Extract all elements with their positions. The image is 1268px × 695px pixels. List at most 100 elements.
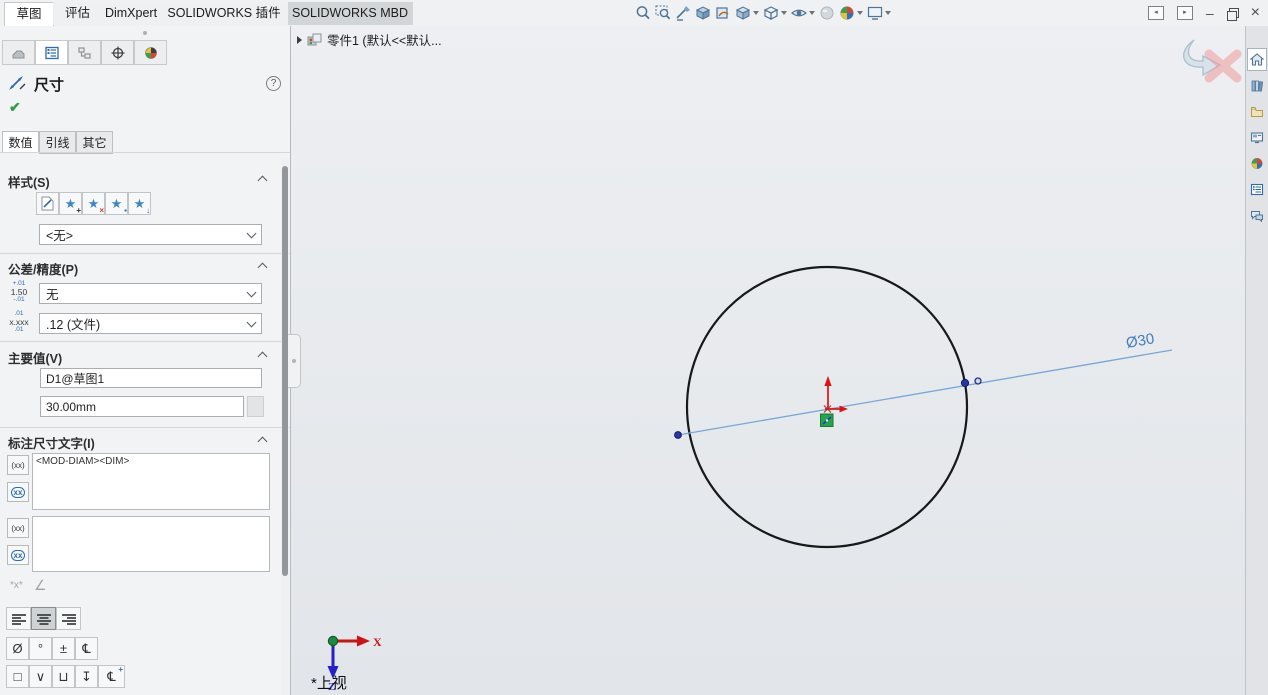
pane-collapse-left-icon[interactable]: ◂ bbox=[1148, 6, 1164, 20]
tab-configurationmanager[interactable] bbox=[68, 40, 101, 65]
dim-text-center-button[interactable]: (xx) bbox=[7, 455, 29, 475]
view-orientation-label: *上视 bbox=[311, 672, 347, 693]
precision-dropdown[interactable]: .12 (文件) bbox=[39, 313, 262, 334]
countersink-symbol-button[interactable]: ∨ bbox=[29, 665, 52, 688]
apply-scene-caret-icon[interactable] bbox=[857, 11, 863, 15]
delete-style-button[interactable]: ★× bbox=[82, 192, 105, 215]
primary-value-section-header[interactable]: 主要值(V) bbox=[8, 348, 62, 367]
degree-symbol-button[interactable]: ° bbox=[29, 637, 52, 660]
graphics-viewport[interactable]: 零件1 (默认<<默认... Ø30 bbox=[291, 26, 1245, 695]
sketch-circle[interactable] bbox=[687, 267, 967, 547]
tab-addins[interactable]: SOLIDWORKS 插件 bbox=[160, 2, 289, 25]
more-symbols-button[interactable]: ℄ + bbox=[98, 665, 125, 688]
sketch-point-left[interactable] bbox=[675, 432, 682, 439]
tab-evaluate[interactable]: 评估 bbox=[53, 2, 103, 25]
design-library-icon[interactable] bbox=[1247, 74, 1267, 97]
diameter-symbol-button[interactable]: Ø bbox=[6, 637, 29, 660]
load-style-button[interactable]: ★↓ bbox=[128, 192, 151, 215]
window-controls: ◂ ▸ – × bbox=[1148, 0, 1260, 26]
dim-text-override-button[interactable]: xx bbox=[7, 482, 29, 502]
dimension-text-section-header[interactable]: 标注尺寸文字(I) bbox=[8, 433, 95, 452]
minimize-button[interactable]: – bbox=[1206, 2, 1214, 24]
dimension-icon bbox=[8, 74, 28, 92]
triad-x-label: X bbox=[373, 635, 382, 649]
centerline-symbol-button[interactable]: ℄ bbox=[75, 637, 98, 660]
dual-dimension-text-area[interactable] bbox=[32, 516, 270, 572]
style-dropdown[interactable]: <无> bbox=[39, 224, 262, 245]
square-symbol-button[interactable]: □ bbox=[6, 665, 29, 688]
tab-displaymanager[interactable] bbox=[134, 40, 167, 65]
appearances-scenes-icon[interactable] bbox=[1247, 152, 1267, 175]
tab-mbd[interactable]: SOLIDWORKS MBD bbox=[288, 2, 413, 25]
apply-default-style-button[interactable] bbox=[36, 192, 59, 215]
dimension-leader-line[interactable] bbox=[678, 350, 1172, 435]
dimension-value-spinner[interactable] bbox=[247, 396, 264, 417]
symbol-buttons-row1: Ø ° ± ℄ bbox=[6, 637, 98, 660]
ok-button[interactable]: ✔ bbox=[9, 99, 21, 116]
justify-left-button[interactable] bbox=[6, 607, 31, 630]
tolerance-dropdown-caret-icon bbox=[247, 287, 257, 297]
add-style-button[interactable]: ★+ bbox=[59, 192, 82, 215]
hide-show-items-icon[interactable] bbox=[790, 4, 816, 22]
sketch-point-on-circle[interactable] bbox=[961, 379, 968, 386]
counterbore-symbol-button[interactable]: ⊔ bbox=[52, 665, 75, 688]
view-orientation-caret-icon[interactable] bbox=[753, 11, 759, 15]
view-settings-icon[interactable] bbox=[866, 4, 892, 22]
close-button[interactable]: × bbox=[1251, 2, 1260, 24]
tolerance-dropdown[interactable]: 无 bbox=[39, 283, 262, 304]
custom-properties-icon[interactable] bbox=[1247, 178, 1267, 201]
zoom-area-icon[interactable] bbox=[654, 4, 672, 22]
tolerance-type-icon: +.01 1.50 -.01 bbox=[6, 281, 32, 304]
relation-badge[interactable] bbox=[821, 414, 834, 427]
view-orientation-icon[interactable] bbox=[734, 4, 760, 22]
style-section-header[interactable]: 样式(S) bbox=[8, 172, 50, 191]
tab-featuremanager[interactable] bbox=[2, 40, 35, 65]
tab-other[interactable]: 其它 bbox=[76, 131, 113, 154]
tab-leaders[interactable]: 引线 bbox=[39, 131, 76, 154]
dimension-name-input[interactable] bbox=[40, 368, 262, 388]
panel-splitter-handle[interactable] bbox=[288, 334, 301, 388]
tab-propertymanager[interactable] bbox=[35, 40, 68, 65]
home-icon[interactable] bbox=[1247, 48, 1267, 71]
display-style-caret-icon[interactable] bbox=[781, 11, 787, 15]
justify-buttons bbox=[6, 607, 81, 630]
file-explorer-icon[interactable] bbox=[1247, 100, 1267, 123]
save-style-button[interactable]: ★▪ bbox=[105, 192, 128, 215]
forum-icon[interactable] bbox=[1247, 204, 1267, 227]
tab-sketch[interactable]: 草图 bbox=[4, 2, 54, 26]
tolerance-section-header[interactable]: 公差/精度(P) bbox=[8, 259, 78, 278]
dual-dim-text-center-button[interactable]: (xx) bbox=[7, 518, 29, 538]
depth-symbol-button[interactable]: ↧ bbox=[75, 665, 98, 688]
zoom-selection-icon[interactable] bbox=[674, 4, 692, 22]
solidworks-window: 草图 评估 DimXpert SOLIDWORKS 插件 SOLIDWORKS … bbox=[0, 0, 1268, 695]
precision-dropdown-value: .12 (文件) bbox=[46, 314, 100, 333]
precision-dropdown-caret-icon bbox=[247, 317, 257, 327]
restore-button[interactable] bbox=[1227, 8, 1238, 19]
dual-dim-text-override-button[interactable]: xx bbox=[7, 545, 29, 565]
dual-value-icon: *x* bbox=[10, 580, 23, 591]
view-settings-caret-icon[interactable] bbox=[885, 11, 891, 15]
zoom-fit-icon[interactable] bbox=[634, 4, 652, 22]
tab-dimxpert[interactable]: DimXpert bbox=[102, 2, 161, 25]
apply-scene-icon[interactable] bbox=[838, 4, 864, 22]
justify-right-button[interactable] bbox=[56, 607, 81, 630]
dynamic-annotation-icon[interactable] bbox=[714, 4, 732, 22]
dimension-value-label[interactable]: Ø30 bbox=[1125, 330, 1156, 352]
dimension-handle-point[interactable] bbox=[975, 378, 981, 384]
section-view-icon[interactable] bbox=[694, 4, 712, 22]
edit-appearance-icon[interactable] bbox=[818, 4, 836, 22]
panel-collapse-handle[interactable] bbox=[143, 31, 147, 35]
pane-collapse-right-icon[interactable]: ▸ bbox=[1177, 6, 1193, 20]
sketch-canvas[interactable]: Ø30 bbox=[291, 26, 1245, 695]
view-palette-icon[interactable] bbox=[1247, 126, 1267, 149]
justify-center-button[interactable] bbox=[31, 607, 56, 630]
tab-dimxpertmanager[interactable] bbox=[101, 40, 134, 65]
help-icon[interactable]: ? bbox=[266, 76, 281, 91]
style-dropdown-value: <无> bbox=[46, 225, 73, 244]
hide-show-caret-icon[interactable] bbox=[809, 11, 815, 15]
dimension-value-input[interactable] bbox=[40, 396, 244, 417]
tab-value[interactable]: 数值 bbox=[2, 131, 39, 153]
dimension-text-area[interactable]: <MOD-DIAM><DIM> bbox=[32, 453, 270, 510]
display-style-icon[interactable] bbox=[762, 4, 788, 22]
plusminus-symbol-button[interactable]: ± bbox=[52, 637, 75, 660]
